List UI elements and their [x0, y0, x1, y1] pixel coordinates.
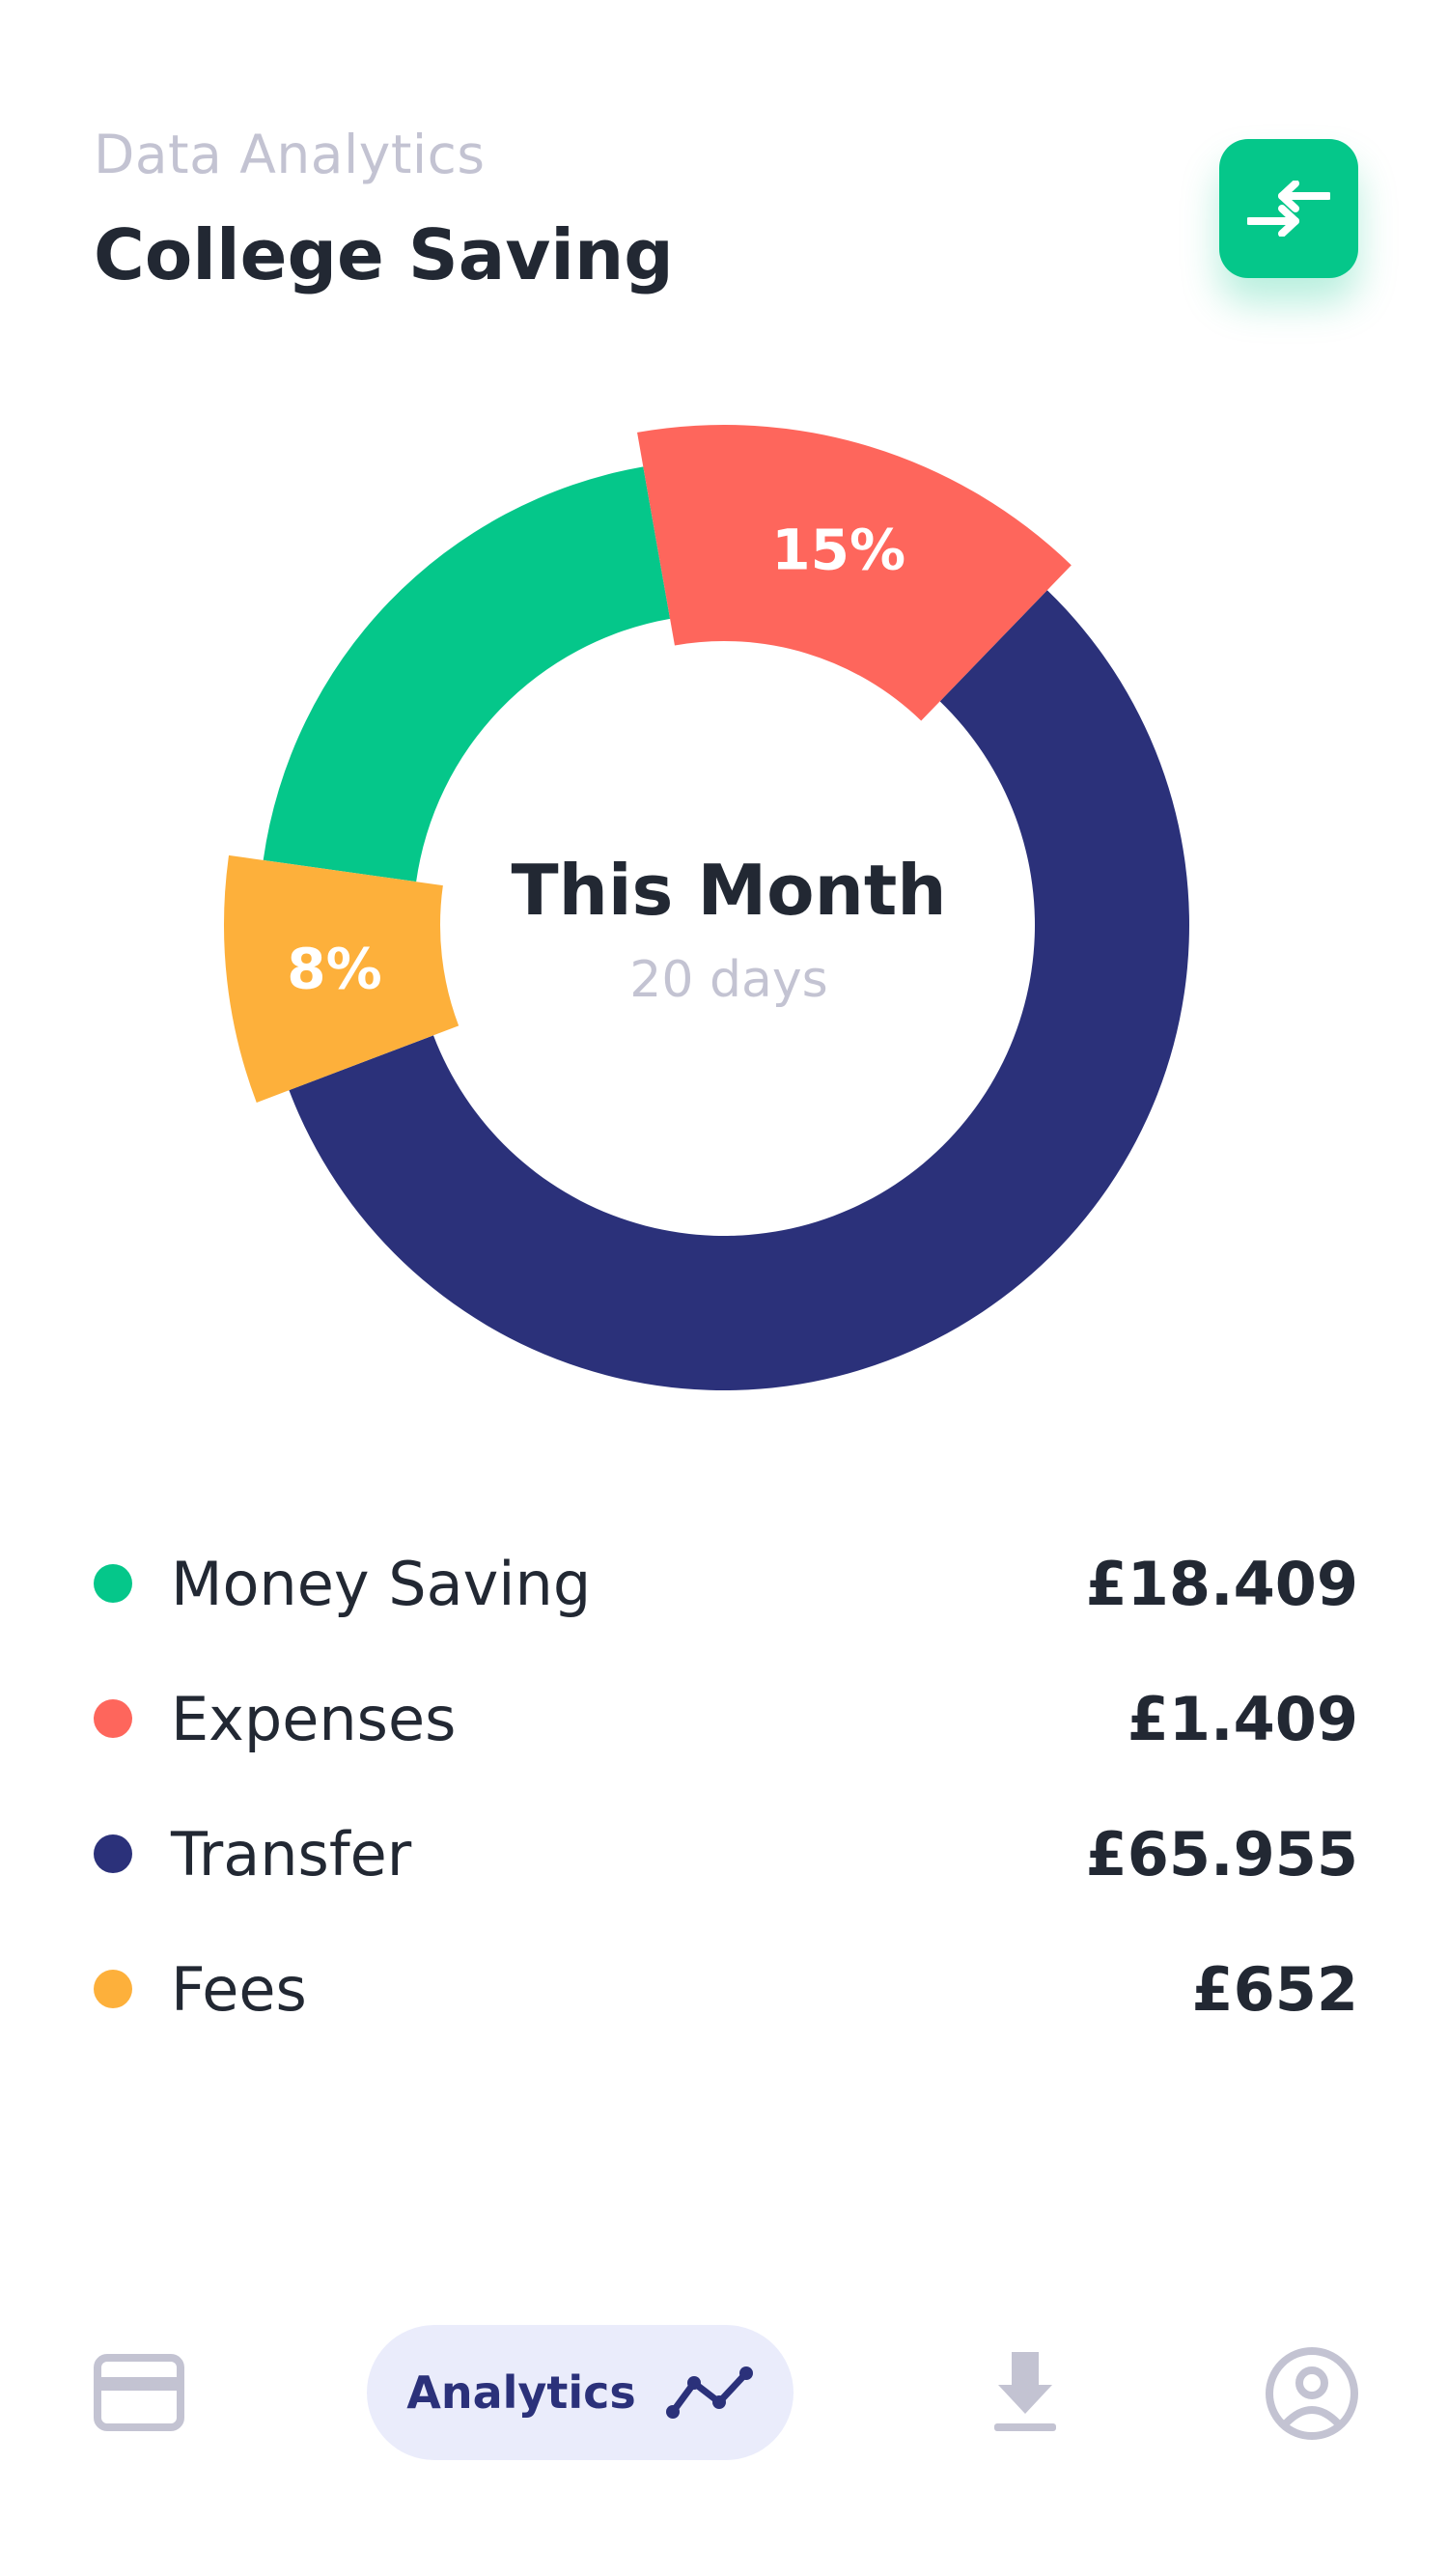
donut-chart: 15% 8% This Month 20 days: [0, 0, 1448, 1448]
legend-label: Money Saving: [171, 1548, 592, 1619]
legend-label: Expenses: [171, 1683, 457, 1754]
legend-item-transfer[interactable]: Transfer £65.955: [94, 1786, 1358, 1921]
legend-item-money-saving[interactable]: Money Saving £18.409: [94, 1516, 1358, 1651]
legend-list: Money Saving £18.409 Expenses £1.409 Tra…: [94, 1516, 1358, 2057]
donut-center-title: This Month: [511, 850, 947, 931]
user-circle-icon: [1266, 2347, 1358, 2440]
donut-center-subtitle: 20 days: [629, 951, 828, 1009]
bottom-nav: Analytics: [0, 2325, 1448, 2460]
nav-analytics-label: Analytics: [406, 2366, 636, 2419]
credit-card-icon: [94, 2354, 184, 2431]
trend-line-icon: [665, 2366, 753, 2419]
legend-value: £1.409: [1127, 1683, 1358, 1754]
nav-cards-button[interactable]: [94, 2354, 184, 2431]
legend-label: Fees: [171, 1953, 307, 2025]
legend-value: £65.955: [1085, 1818, 1358, 1890]
legend-label: Transfer: [171, 1818, 412, 1890]
legend-dot: [94, 1834, 132, 1873]
legend-dot: [94, 1970, 132, 2008]
legend-value: £18.409: [1085, 1548, 1358, 1619]
donut-svg: 15% 8%: [223, 425, 1190, 1391]
legend-dot: [94, 1564, 132, 1603]
legend-value: £652: [1191, 1953, 1358, 2025]
download-icon: [994, 2352, 1056, 2431]
donut-data-label: 15%: [771, 518, 905, 583]
legend-dot: [94, 1699, 132, 1738]
donut-segment-money-saving[interactable]: [263, 466, 671, 882]
legend-item-fees[interactable]: Fees £652: [94, 1921, 1358, 2057]
donut-data-label: 8%: [287, 936, 381, 1001]
nav-download-button[interactable]: [987, 2344, 1064, 2441]
nav-analytics-button[interactable]: Analytics: [367, 2325, 794, 2460]
nav-profile-button[interactable]: [1265, 2346, 1359, 2441]
legend-item-expenses[interactable]: Expenses £1.409: [94, 1651, 1358, 1786]
